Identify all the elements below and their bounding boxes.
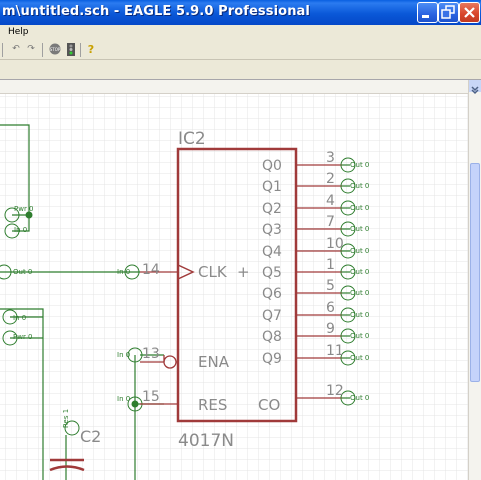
net-label: In 0	[14, 226, 27, 234]
go-button[interactable]	[67, 43, 75, 56]
net-label: Pwr 0	[13, 333, 33, 341]
net-label: Pwr 0	[14, 205, 34, 213]
pin-num: 3	[326, 150, 335, 166]
cap-name: C2	[80, 427, 101, 446]
ic-value: 4017N	[178, 431, 234, 451]
pin-num: 9	[326, 321, 335, 337]
undo-icon[interactable]: ↶	[9, 43, 23, 56]
pin-output-label: Q9	[262, 351, 282, 367]
net-label: Out 0	[350, 268, 369, 276]
menu-bar: Help	[0, 25, 481, 41]
schematic-drawing[interactable]: Pwr 0 In 0 Out 0 In 0 In 0 Pwr 0 In 0 In…	[0, 80, 468, 480]
pin-num: 15	[142, 389, 160, 405]
pin-num: 2	[326, 171, 335, 187]
net-label: Out 0	[350, 204, 369, 212]
pin-output-label: Q1	[262, 179, 282, 195]
traffic-light-icon	[67, 43, 75, 56]
pin-output-label: Q2	[262, 201, 282, 217]
plus-label: +	[237, 263, 250, 281]
pin-num: 10	[326, 236, 344, 252]
stop-button[interactable]: STOP	[49, 43, 61, 56]
pin-output-label: Q0	[262, 158, 282, 174]
net-label: Out 0	[350, 332, 369, 340]
pin-num: 4	[326, 193, 335, 209]
net-label: In 0	[117, 268, 130, 276]
cap-net-label: Res 1	[62, 409, 70, 428]
net-label: In 0	[117, 351, 130, 359]
ic-name: IC2	[178, 129, 206, 149]
pin-ena-label: ENA	[198, 353, 230, 371]
vertical-scrollbar[interactable]	[468, 80, 481, 480]
scroll-up-button[interactable]	[469, 80, 481, 95]
net-label: Out 0	[350, 394, 369, 402]
pin-num: 11	[326, 343, 344, 359]
net-label: Out 0	[350, 354, 369, 362]
junction-dot	[131, 400, 139, 408]
schematic-canvas[interactable]: Pwr 0 In 0 Out 0 In 0 In 0 Pwr 0 In 0 In…	[0, 80, 468, 480]
net-label: Out 0	[350, 311, 369, 319]
minimize-icon	[422, 15, 429, 18]
chevron-down-icon	[471, 86, 479, 95]
ruler-strip	[0, 80, 468, 94]
parameter-toolbar	[0, 60, 481, 80]
pin-output-label: Q5	[262, 265, 282, 281]
pin-co-label: CO	[258, 396, 280, 414]
pin-num: 6	[326, 300, 335, 316]
stop-icon: STOP	[49, 43, 61, 55]
redo-icon[interactable]: ↷	[24, 43, 38, 56]
net-label: In 0	[117, 395, 130, 403]
pin-num: 14	[142, 262, 160, 278]
pin-num: 7	[326, 214, 335, 230]
pin-output-label: Q7	[262, 308, 282, 324]
net-label: Out 0	[13, 268, 32, 276]
close-icon	[464, 7, 475, 18]
stop-label: STOP	[50, 47, 61, 52]
net-label: Out 0	[350, 289, 369, 297]
scroll-thumb[interactable]	[470, 163, 480, 382]
net-label: Out 0	[350, 225, 369, 233]
net-label: Out 0	[350, 182, 369, 190]
pin-num: 12	[326, 383, 344, 399]
menu-help[interactable]: Help	[8, 27, 29, 37]
pin-output-label: Q4	[262, 244, 282, 260]
pin-num: 1	[326, 257, 335, 273]
pin-output-label: Q6	[262, 286, 282, 302]
pin-output-label: Q3	[262, 222, 282, 238]
pin-res-label: RES	[198, 396, 227, 414]
net-label: In 0	[13, 314, 26, 322]
toolbar-separator	[2, 43, 3, 57]
close-button[interactable]	[459, 2, 480, 23]
net-label: Out 0	[350, 247, 369, 255]
title-bar: m\untitled.sch - EAGLE 5.9.0 Professiona…	[0, 0, 481, 25]
pin-num: 13	[142, 346, 160, 362]
pin-output-label: Q8	[262, 329, 282, 345]
toolbar-separator	[80, 43, 81, 57]
maximize-button[interactable]	[438, 2, 459, 23]
minimize-button[interactable]	[417, 2, 438, 23]
restore-icon	[441, 5, 455, 19]
toolbar: ↶ ↷ STOP ?	[0, 41, 481, 60]
net-label: Out 0	[350, 161, 369, 169]
help-icon[interactable]: ?	[85, 43, 97, 56]
pin-num: 5	[326, 278, 335, 294]
toolbar-separator	[42, 43, 43, 57]
pin-clk-label: CLK	[198, 263, 228, 281]
window-title: m\untitled.sch - EAGLE 5.9.0 Professiona…	[2, 4, 310, 19]
